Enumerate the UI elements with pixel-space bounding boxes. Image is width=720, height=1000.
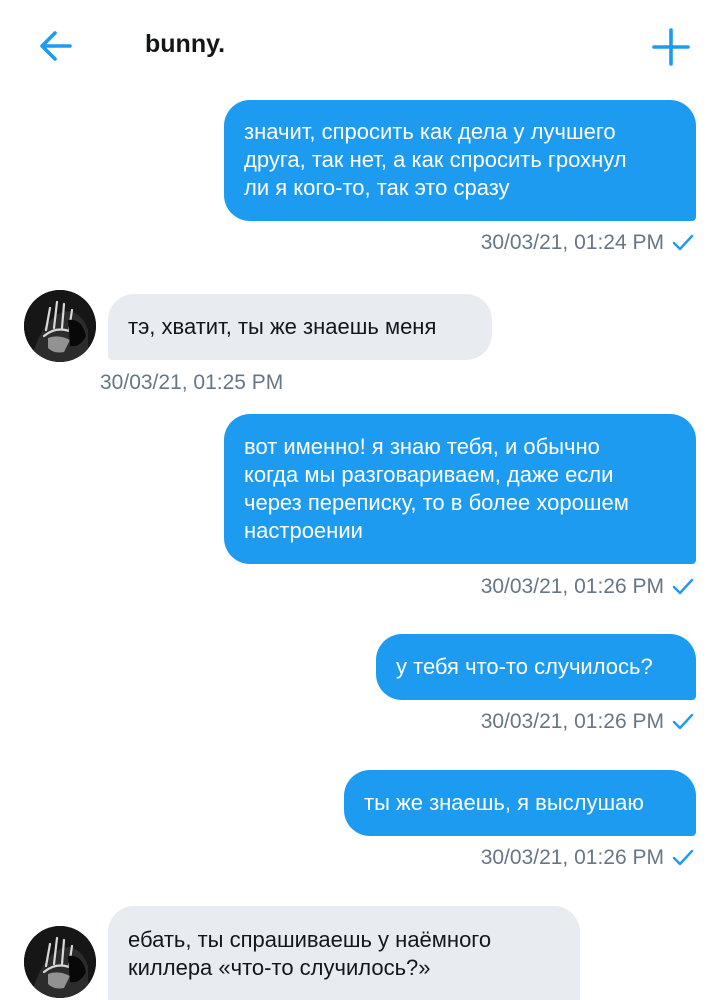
message-meta: 30/03/21, 01:26 PM xyxy=(481,575,694,599)
message-timestamp: 30/03/21, 01:24 PM xyxy=(480,231,664,254)
message-meta: 30/03/21, 01:26 PM xyxy=(481,846,694,870)
avatar[interactable] xyxy=(24,290,96,362)
message-meta: 30/03/21, 01:24 PM xyxy=(481,231,694,255)
checkmark-icon xyxy=(672,714,694,730)
back-arrow-icon[interactable] xyxy=(36,26,76,66)
outgoing-message[interactable]: у тебя что-то случилось? xyxy=(376,634,696,700)
outgoing-message[interactable]: значит, спросить как дела у лучшего друг… xyxy=(224,100,696,221)
checkmark-icon xyxy=(672,579,694,595)
conversation-title[interactable]: bunny. xyxy=(145,30,225,59)
incoming-message[interactable]: ебать, ты спрашиваешь у наёмного киллера… xyxy=(108,906,580,1000)
message-text: тэ, хватит, ты же знаешь меня xyxy=(128,314,437,339)
message-text: ебать, ты спрашиваешь у наёмного киллера… xyxy=(128,927,492,980)
message-timestamp: 30/03/21, 01:25 PM xyxy=(100,371,284,394)
outgoing-message[interactable]: вот именно! я знаю тебя, и обычно когда … xyxy=(224,414,696,564)
avatar-image xyxy=(24,290,96,362)
plus-icon[interactable] xyxy=(650,26,692,68)
checkmark-icon xyxy=(672,850,694,866)
message-text: значит, спросить как дела у лучшего друг… xyxy=(244,119,627,200)
message-meta: 30/03/21, 01:26 PM xyxy=(481,710,694,734)
outgoing-message[interactable]: ты же знаешь, я выслушаю xyxy=(344,770,696,836)
message-text: у тебя что-то случилось? xyxy=(396,654,653,679)
message-timestamp: 30/03/21, 01:26 PM xyxy=(480,846,664,869)
avatar-image xyxy=(24,926,96,998)
message-text: ты же знаешь, я выслушаю xyxy=(364,790,644,815)
checkmark-icon xyxy=(672,235,694,251)
message-text: вот именно! я знаю тебя, и обычно когда … xyxy=(244,434,629,543)
avatar[interactable] xyxy=(24,926,96,998)
conversation-header: bunny. xyxy=(0,0,720,90)
message-timestamp: 30/03/21, 01:26 PM xyxy=(480,575,664,598)
incoming-message[interactable]: тэ, хватит, ты же знаешь меня xyxy=(108,294,492,360)
message-timestamp: 30/03/21, 01:26 PM xyxy=(480,710,664,733)
